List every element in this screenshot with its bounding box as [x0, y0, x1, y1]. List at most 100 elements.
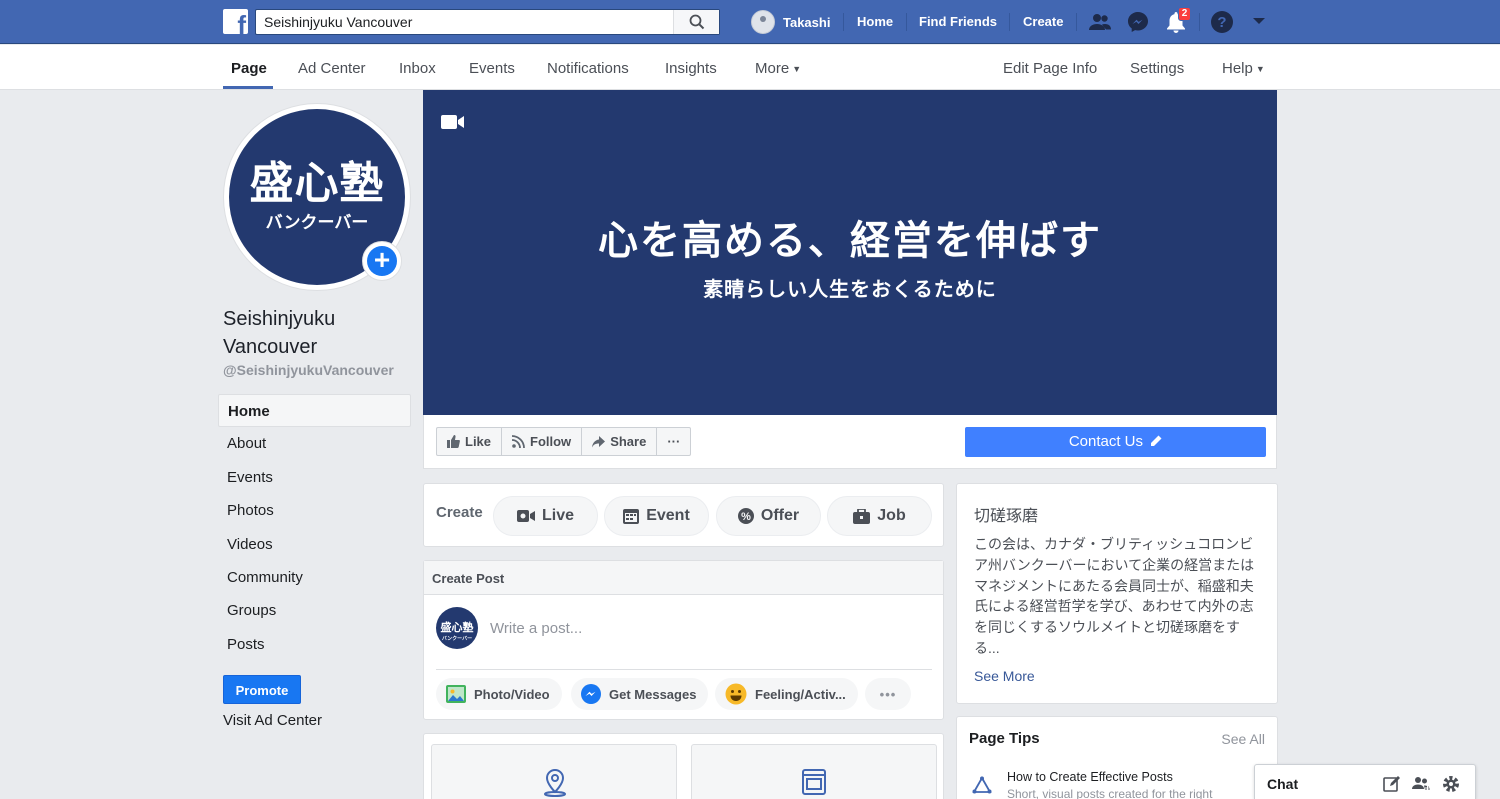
- page-layout-icon: [802, 769, 826, 795]
- create-group-icon[interactable]: [1412, 775, 1430, 793]
- calendar-icon: [623, 509, 640, 524]
- create-offer-button[interactable]: % Offer: [716, 496, 821, 536]
- tab-notifications[interactable]: Notifications: [547, 60, 629, 77]
- sidebar-item-home[interactable]: Home: [218, 394, 411, 428]
- about-card: 切磋琢磨 この会は、カナダ・ブリティッシュコロンビア州バンクーバーにおいて企業の…: [956, 483, 1278, 704]
- edit-page-info-link[interactable]: Edit Page Info: [1003, 60, 1097, 77]
- location-pin-icon: [544, 769, 566, 797]
- tip-title[interactable]: How to Create Effective Posts: [1007, 770, 1173, 784]
- tab-more-label: More: [755, 60, 790, 77]
- page-navigation-bar: Page Ad Center Inbox Events Notification…: [0, 45, 1500, 90]
- tab-page[interactable]: Page: [231, 60, 267, 77]
- home-link[interactable]: Home: [857, 14, 893, 29]
- page-username[interactable]: @SeishinjyukuVancouver: [223, 362, 394, 378]
- about-description: この会は、カナダ・ブリティッシュコロンビア州バンクーバーにおいて企業の経営または…: [974, 536, 1255, 656]
- event-label: Event: [646, 507, 690, 524]
- nav-divider: [906, 13, 907, 31]
- sidebar-item-community[interactable]: Community: [218, 561, 411, 594]
- page-action-bar: Like Follow Share ··· Contact Us: [423, 415, 1277, 469]
- tab-events[interactable]: Events: [469, 60, 515, 77]
- update-profile-picture-button[interactable]: +: [362, 241, 402, 281]
- write-post-input[interactable]: Write a post...: [490, 620, 582, 637]
- page-tips-card: Page Tips See All How to Create Effectiv…: [956, 716, 1278, 799]
- job-label: Job: [877, 507, 906, 524]
- promote-button[interactable]: Promote: [223, 675, 301, 704]
- friend-requests-icon[interactable]: [1088, 10, 1112, 34]
- offer-label: Offer: [760, 507, 800, 524]
- settings-link[interactable]: Settings: [1130, 60, 1184, 77]
- create-label: Create: [436, 504, 483, 521]
- photo-video-label: Photo/Video: [474, 686, 550, 702]
- avatar-kanji: 盛心塾: [440, 621, 474, 634]
- offer-percent-icon: %: [737, 508, 754, 524]
- sidebar-item-groups[interactable]: Groups: [218, 594, 411, 627]
- messenger-icon: [581, 684, 601, 704]
- feeling-activity-button[interactable]: Feeling/Activ...: [715, 678, 858, 710]
- like-button[interactable]: Like: [437, 428, 503, 455]
- create-post-card: Create Post 盛心塾 バンクーバー Write a post... Ph…: [423, 560, 944, 720]
- photo-video-button[interactable]: Photo/Video: [436, 678, 562, 710]
- sidebar-item-photos[interactable]: Photos: [218, 494, 411, 527]
- top-navigation-bar: f Takashi Home Find Friends Create 2 ?: [0, 0, 1500, 44]
- page-title[interactable]: Seishinjyuku Vancouver: [223, 305, 413, 361]
- smiley-emoji-icon: [725, 683, 747, 705]
- tip-subtitle: Short, visual posts created for the righ…: [1007, 787, 1213, 799]
- help-icon[interactable]: ?: [1210, 10, 1234, 34]
- messenger-icon[interactable]: [1126, 10, 1150, 34]
- page-tools-card: [423, 733, 944, 799]
- page-sidebar-navigation: Home About Events Photos Videos Communit…: [218, 394, 411, 661]
- like-label: Like: [465, 434, 492, 449]
- chat-label: Chat: [1267, 776, 1299, 792]
- live-video-icon: [516, 510, 535, 522]
- more-actions-button[interactable]: ···: [657, 428, 690, 455]
- share-button[interactable]: Share: [582, 428, 658, 455]
- chat-settings-gear-icon[interactable]: [1442, 775, 1460, 793]
- logo-kanji: 盛心塾: [249, 157, 385, 209]
- tab-insights[interactable]: Insights: [665, 60, 717, 77]
- share-label: Share: [610, 434, 647, 449]
- sidebar-item-posts[interactable]: Posts: [218, 628, 411, 661]
- account-menu-chevron-down-icon[interactable]: [1252, 16, 1266, 26]
- get-messages-label: Get Messages: [609, 686, 697, 702]
- tab-inbox[interactable]: Inbox: [399, 60, 436, 77]
- cover-headline: 心を高める、経営を伸ばす: [598, 217, 1102, 264]
- create-link[interactable]: Create: [1023, 14, 1063, 29]
- help-menu[interactable]: Help ▼: [1222, 60, 1265, 77]
- page-avatar: 盛心塾 バンクーバー: [436, 607, 478, 649]
- sidebar-item-videos[interactable]: Videos: [218, 528, 411, 561]
- find-friends-link[interactable]: Find Friends: [919, 14, 997, 29]
- tab-more[interactable]: More ▼: [755, 60, 801, 77]
- create-event-button[interactable]: Event: [604, 496, 709, 536]
- facebook-logo-icon[interactable]: f: [223, 9, 248, 34]
- avatar-kana: バンクーバー: [441, 636, 473, 642]
- tab-ad-center[interactable]: Ad Center: [298, 60, 366, 77]
- video-camera-icon[interactable]: [441, 114, 465, 130]
- more-dots-icon: ···: [667, 434, 681, 449]
- search-icon: [689, 14, 705, 30]
- cover-photo[interactable]: 心を高める、経営を伸ばす 素晴らしい人生をおくるために: [423, 90, 1277, 415]
- nav-divider: [1076, 13, 1077, 31]
- search-input[interactable]: [264, 13, 669, 31]
- follow-button[interactable]: Follow: [502, 428, 583, 455]
- tool-tile-location[interactable]: [431, 744, 677, 799]
- create-live-button[interactable]: Live: [493, 496, 598, 536]
- tool-tile-storefront[interactable]: [691, 744, 937, 799]
- search-button[interactable]: [673, 10, 719, 34]
- nav-divider: [1199, 13, 1200, 31]
- see-all-link[interactable]: See All: [1221, 731, 1265, 747]
- see-more-link[interactable]: See More: [974, 668, 1035, 684]
- share-arrow-icon: [592, 435, 606, 447]
- chat-sidebar-toggle[interactable]: Chat: [1254, 764, 1476, 799]
- more-dots-icon: •••: [879, 686, 897, 702]
- create-job-button[interactable]: Job: [827, 496, 932, 536]
- contact-us-button[interactable]: Contact Us: [965, 427, 1266, 457]
- new-message-compose-icon[interactable]: [1383, 775, 1401, 793]
- more-post-options-button[interactable]: •••: [865, 678, 911, 710]
- sidebar-item-about[interactable]: About: [218, 427, 411, 460]
- get-messages-button[interactable]: Get Messages: [571, 678, 709, 710]
- divider: [436, 669, 932, 670]
- profile-link[interactable]: Takashi: [751, 9, 830, 35]
- visit-ad-center-link[interactable]: Visit Ad Center: [223, 712, 322, 729]
- user-avatar: [751, 10, 775, 34]
- sidebar-item-events[interactable]: Events: [218, 461, 411, 494]
